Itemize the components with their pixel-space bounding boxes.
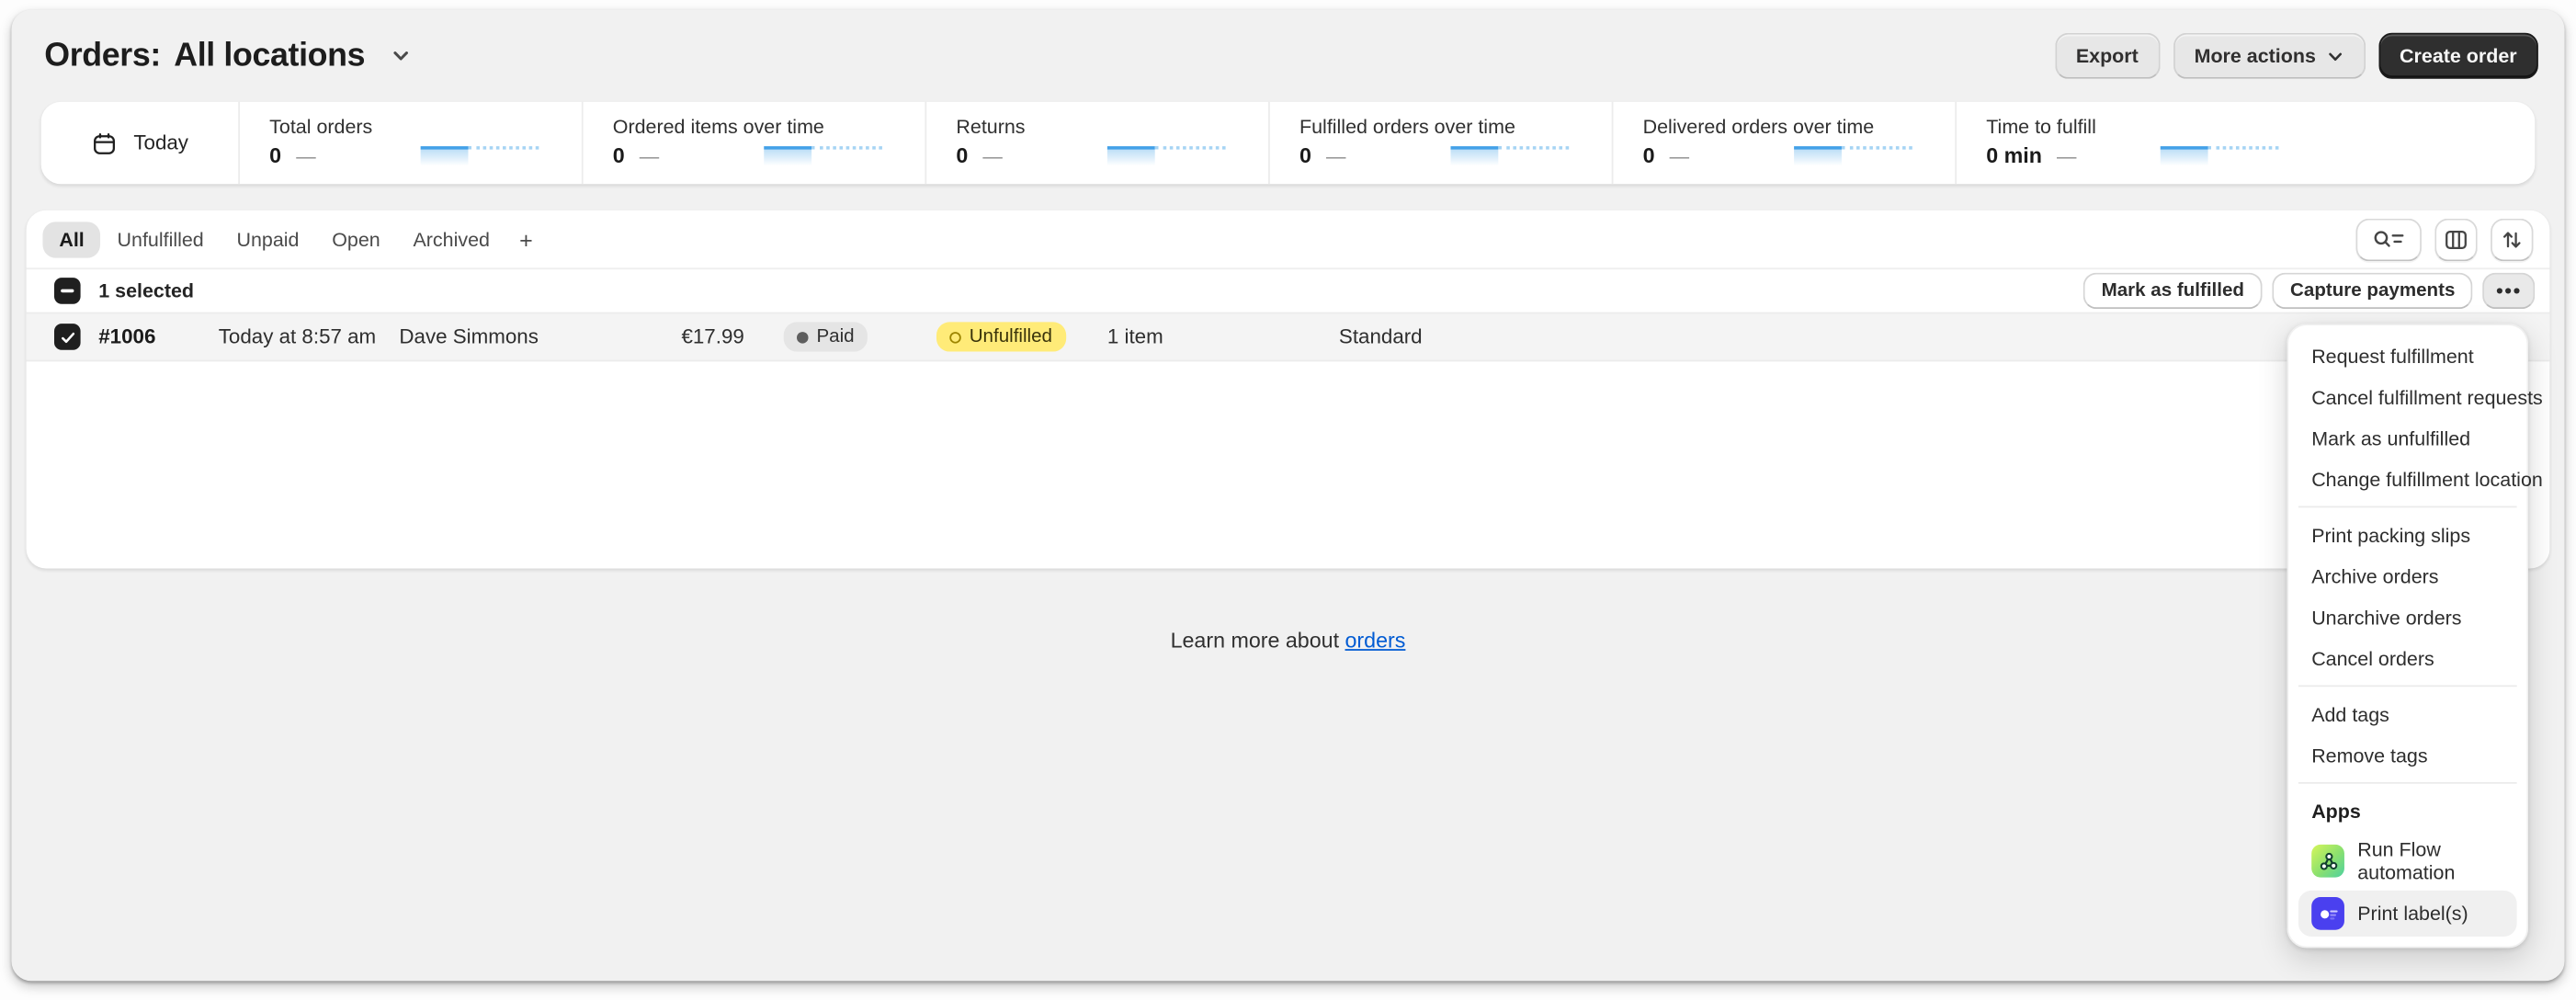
menu-item-print-labels[interactable]: Print label(s) (2298, 891, 2517, 937)
metric-trend-dash: — (1670, 143, 1689, 166)
calendar-icon (91, 129, 119, 156)
search-filter-button[interactable] (2355, 218, 2422, 260)
metric-time-to-fulfill[interactable]: Time to fulfill 0 min — (1955, 102, 2298, 184)
menu-divider (2298, 506, 2517, 508)
order-delivery-method: Standard (1339, 325, 1423, 348)
metric-value: 0 min (1986, 143, 2042, 168)
columns-icon (2443, 226, 2469, 253)
sparkline-chart (1450, 146, 1569, 167)
select-all-checkbox[interactable] (54, 278, 81, 304)
row-checkbox[interactable] (54, 324, 81, 350)
indeterminate-icon (61, 290, 74, 293)
unfulfilled-circle-icon (949, 331, 961, 343)
create-order-button[interactable]: Create order (2378, 33, 2538, 79)
more-bulk-actions-button[interactable]: ••• (2483, 273, 2536, 309)
bulk-more-actions-menu: Request fulfillment Cancel fulfillment r… (2287, 324, 2528, 948)
capture-payments-button[interactable]: Capture payments (2272, 273, 2473, 309)
bulk-actions: Mark as fulfilled Capture payments ••• (2083, 273, 2549, 309)
mark-as-fulfilled-button[interactable]: Mark as fulfilled (2083, 273, 2263, 309)
export-button[interactable]: Export (2055, 33, 2160, 79)
sparkline-chart (421, 146, 539, 167)
more-actions-button[interactable]: More actions (2173, 33, 2365, 79)
metric-value: 0 (1299, 143, 1311, 168)
chevron-down-icon[interactable] (390, 44, 413, 67)
metric-value: 0 (269, 143, 281, 168)
sparkline-chart (764, 146, 882, 167)
metric-fulfilled-orders[interactable]: Fulfilled orders over time 0 — (1268, 102, 1612, 184)
horizontal-dots-icon: ••• (2496, 279, 2522, 302)
sort-button[interactable] (2491, 218, 2533, 260)
metric-delivered-orders[interactable]: Delivered orders over time 0 — (1612, 102, 1956, 184)
metric-trend-dash: — (296, 143, 315, 166)
sparkline-chart (1107, 146, 1226, 167)
page-title: Orders: All locations (44, 37, 413, 74)
tab-unfulfilled[interactable]: Unfulfilled (101, 221, 221, 256)
menu-item-change-fulfillment-location[interactable]: Change fulfillment location (2298, 459, 2517, 500)
order-row[interactable]: #1006 Today at 8:57 am Dave Simmons €17.… (27, 313, 2550, 361)
learn-more: Learn more about orders (12, 628, 2565, 653)
metric-value: 0 (1643, 143, 1655, 168)
sparkline-chart (2161, 146, 2279, 167)
page-header: Orders: All locations Export More action… (44, 23, 2538, 89)
tab-unpaid[interactable]: Unpaid (221, 221, 316, 256)
metric-trend-dash: — (982, 143, 1002, 166)
analytics-bar: Today Total orders 0 — Ordered items ove… (41, 102, 2536, 184)
order-customer: Dave Simmons (399, 325, 539, 348)
menu-item-remove-tags[interactable]: Remove tags (2298, 734, 2517, 776)
menu-item-print-packing-slips[interactable]: Print packing slips (2298, 515, 2517, 556)
period-label: Today (133, 131, 188, 154)
metric-trend-dash: — (640, 143, 659, 166)
metric-value: 0 (956, 143, 968, 168)
paid-dot-icon (797, 331, 809, 343)
metric-trend-dash: — (2057, 143, 2076, 166)
metric-trend-dash: — (1326, 143, 1345, 166)
payment-status-badge: Paid (784, 322, 868, 351)
print-label-app-icon (2311, 897, 2344, 930)
apps-section-header: Apps (2298, 790, 2517, 832)
chevron-down-icon (2326, 47, 2344, 65)
menu-item-cancel-fulfillment-requests[interactable]: Cancel fulfillment requests (2298, 376, 2517, 417)
metric-value: 0 (613, 143, 625, 168)
menu-divider (2298, 685, 2517, 687)
fulfillment-status-badge: Unfulfilled (936, 322, 1065, 351)
order-items-count: 1 item (1107, 325, 1163, 348)
order-date: Today at 8:57 am (219, 325, 376, 348)
menu-item-mark-as-unfulfilled[interactable]: Mark as unfulfilled (2298, 417, 2517, 459)
search-filter-icon (2371, 226, 2407, 253)
menu-item-cancel-orders[interactable]: Cancel orders (2298, 638, 2517, 679)
metric-returns[interactable]: Returns 0 — (925, 102, 1268, 184)
menu-item-add-tags[interactable]: Add tags (2298, 693, 2517, 734)
app-canvas: Orders: All locations Export More action… (12, 10, 2565, 981)
order-total: €17.99 (605, 325, 744, 348)
flow-app-icon (2311, 845, 2344, 878)
bulk-actions-bar: 1 selected Mark as fulfilled Capture pay… (27, 267, 2550, 313)
menu-item-request-fulfillment[interactable]: Request fulfillment (2298, 335, 2517, 377)
menu-item-archive-orders[interactable]: Archive orders (2298, 555, 2517, 597)
order-id[interactable]: #1006 (98, 325, 155, 348)
sparkline-chart (1794, 146, 1912, 167)
header-actions: Export More actions Create order (2055, 33, 2538, 79)
menu-item-run-flow-automation[interactable]: Run Flow automation (2298, 832, 2517, 891)
check-icon (58, 328, 76, 347)
menu-divider (2298, 782, 2517, 784)
location-filter-label: All locations (174, 37, 365, 74)
date-range-picker[interactable]: Today (41, 102, 239, 184)
page-title-prefix: Orders: (44, 37, 161, 74)
menu-item-unarchive-orders[interactable]: Unarchive orders (2298, 597, 2517, 638)
tab-open[interactable]: Open (315, 221, 396, 256)
metric-total-orders[interactable]: Total orders 0 — (238, 102, 582, 184)
filter-tabs: All Unfulfilled Unpaid Open Archived + (27, 210, 2550, 268)
columns-button[interactable] (2434, 218, 2477, 260)
orders-page: Orders: All locations Export More action… (0, 0, 2576, 1000)
orders-help-link[interactable]: orders (1345, 628, 1406, 653)
selected-count: 1 selected (98, 279, 194, 302)
tab-archived[interactable]: Archived (397, 221, 506, 256)
sort-icon (2499, 226, 2525, 253)
tab-all[interactable]: All (42, 221, 100, 256)
add-view-button[interactable]: + (506, 220, 546, 259)
metric-ordered-items[interactable]: Ordered items over time 0 — (582, 102, 925, 184)
orders-table-card: All Unfulfilled Unpaid Open Archived + (27, 210, 2550, 569)
